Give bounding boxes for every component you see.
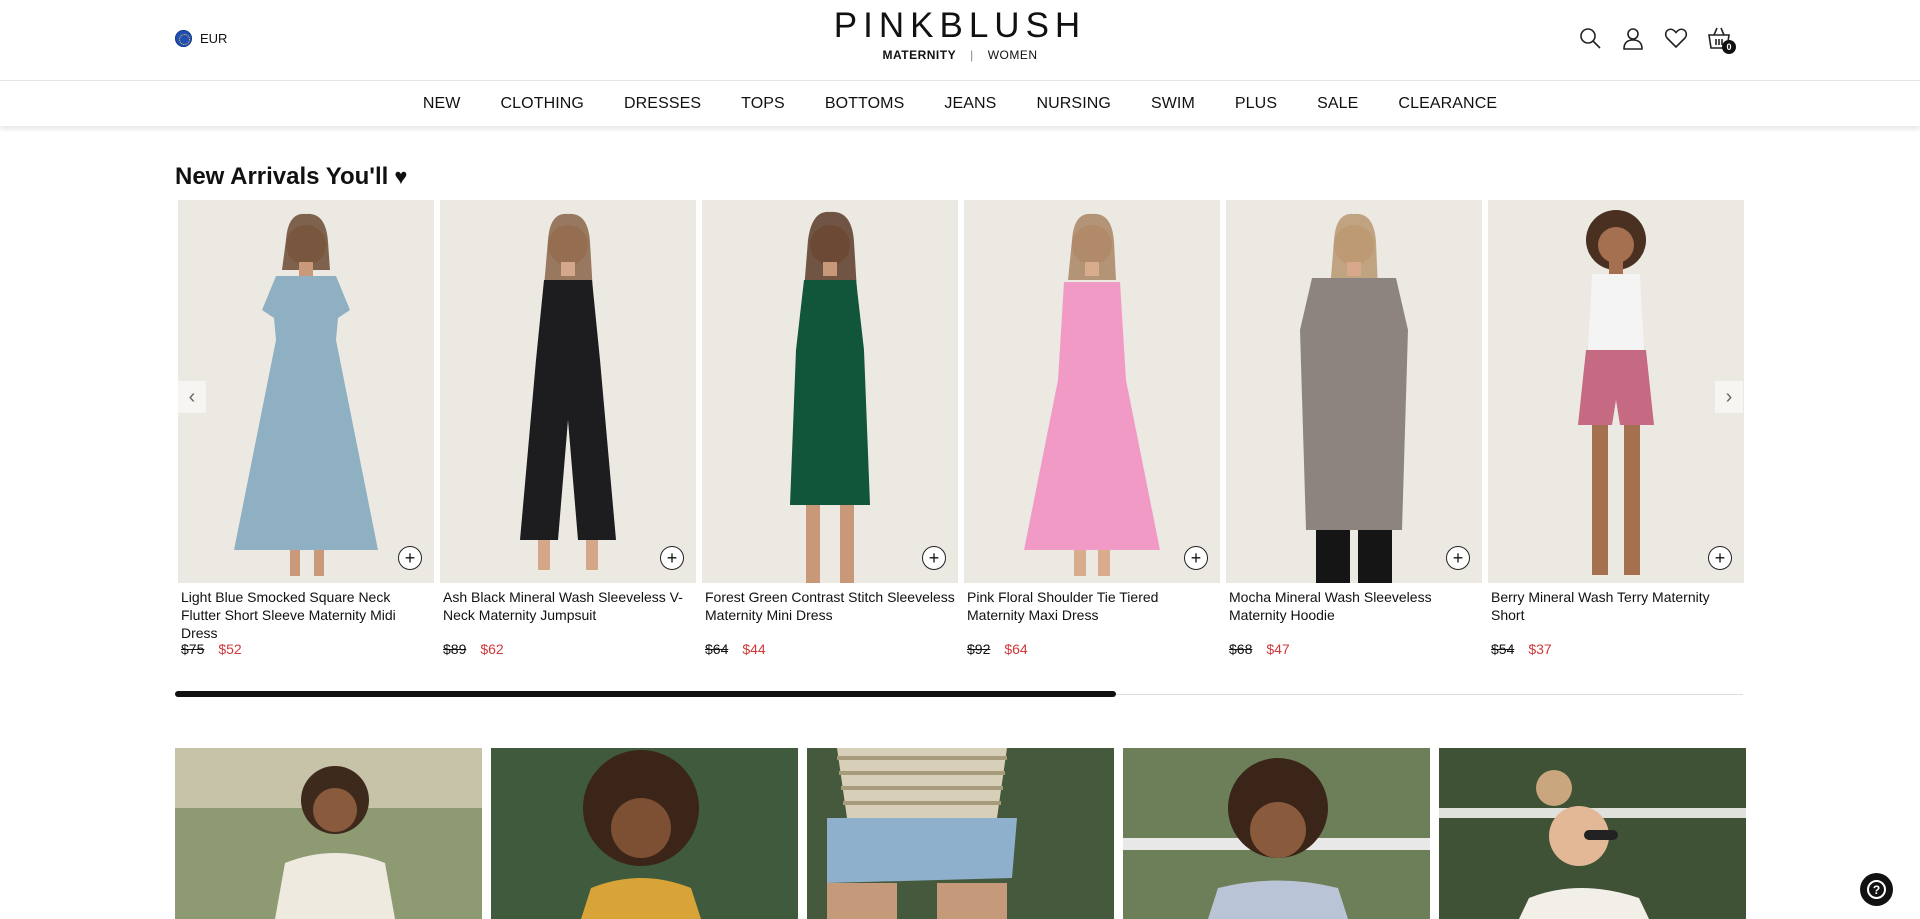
nav-item-new[interactable]: NEW — [403, 95, 481, 113]
nav-item-tops[interactable]: TOPS — [721, 95, 805, 113]
carousel-next-button[interactable]: › — [1715, 381, 1743, 413]
quick-add-button[interactable]: + — [1184, 546, 1208, 570]
user-icon — [1623, 28, 1643, 50]
logo-wordmark: PINKBLUSH — [833, 6, 1087, 45]
lifestyle-tile[interactable] — [491, 748, 798, 919]
original-price: $64 — [705, 641, 729, 657]
new-arrivals-carousel: + Light Blue Smocked Square Neck Flutter… — [178, 200, 1744, 680]
product-image[interactable]: + — [178, 200, 434, 583]
quick-add-button[interactable]: + — [1446, 546, 1470, 570]
logo-maternity-link[interactable]: MATERNITY — [882, 48, 956, 62]
product-price: $68 $47 — [1226, 641, 1482, 657]
section-title-text: New Arrivals You'll — [175, 163, 389, 190]
heart-icon: ♥ — [394, 164, 408, 189]
product-name[interactable]: Mocha Mineral Wash Sleeveless Maternity … — [1226, 583, 1482, 641]
original-price: $54 — [1491, 641, 1515, 657]
section-title: New Arrivals You'll ♥ — [175, 163, 407, 191]
lifestyle-photo — [807, 748, 1114, 919]
product-card[interactable]: + Pink Floral Shoulder Tie Tiered Matern… — [964, 200, 1220, 657]
product-price: $75 $52 — [178, 641, 434, 657]
main-nav: NEW CLOTHING DRESSES TOPS BOTTOMS JEANS … — [0, 80, 1920, 126]
account-button[interactable] — [1621, 25, 1645, 51]
cart-button[interactable]: 0 — [1707, 25, 1736, 54]
lifestyle-tile[interactable] — [807, 748, 1114, 919]
nav-item-plus[interactable]: PLUS — [1215, 95, 1297, 113]
help-icon: ? — [1867, 880, 1886, 899]
product-price: $64 $44 — [702, 641, 958, 657]
lifestyle-photo — [175, 748, 482, 919]
nav-item-sale[interactable]: SALE — [1297, 95, 1378, 113]
original-price: $89 — [443, 641, 467, 657]
product-card[interactable]: + Light Blue Smocked Square Neck Flutter… — [178, 200, 434, 657]
search-icon — [1580, 28, 1601, 49]
model-photo — [1226, 200, 1482, 583]
carousel-scroll-thumb[interactable] — [175, 691, 1116, 697]
sale-price: $47 — [1266, 641, 1290, 657]
nav-item-dresses[interactable]: DRESSES — [604, 95, 721, 113]
lifestyle-photo — [491, 748, 798, 919]
model-photo — [702, 200, 958, 583]
quick-add-button[interactable]: + — [1708, 546, 1732, 570]
model-photo — [440, 200, 696, 583]
nav-item-jeans[interactable]: JEANS — [924, 95, 1016, 113]
lifestyle-photo — [1123, 748, 1430, 919]
product-image[interactable]: + — [702, 200, 958, 583]
nav-item-nursing[interactable]: NURSING — [1016, 95, 1130, 113]
lifestyle-tile[interactable] — [1123, 748, 1430, 919]
site-header: EUR PINKBLUSH MATERNITY | WOMEN 0 — [0, 0, 1920, 80]
nav-item-swim[interactable]: SWIM — [1131, 95, 1215, 113]
nav-item-bottoms[interactable]: BOTTOMS — [805, 95, 925, 113]
sale-price: $37 — [1528, 641, 1552, 657]
product-card[interactable]: + Ash Black Mineral Wash Sleeveless V-Ne… — [440, 200, 696, 657]
quick-add-button[interactable]: + — [660, 546, 684, 570]
product-image[interactable]: + — [1226, 200, 1482, 583]
product-price: $54 $37 — [1488, 641, 1744, 657]
heart-icon — [1664, 28, 1688, 49]
carousel-scrollbar[interactable] — [175, 691, 1743, 697]
nav-item-clearance[interactable]: CLEARANCE — [1378, 95, 1517, 113]
model-photo — [178, 200, 434, 583]
product-name[interactable]: Pink Floral Shoulder Tie Tiered Maternit… — [964, 583, 1220, 641]
original-price: $92 — [967, 641, 991, 657]
quick-add-button[interactable]: + — [922, 546, 946, 570]
product-card[interactable]: + Berry Mineral Wash Terry Maternity Sho… — [1488, 200, 1744, 657]
wishlist-button[interactable] — [1664, 25, 1688, 51]
product-card[interactable]: + Mocha Mineral Wash Sleeveless Maternit… — [1226, 200, 1482, 657]
quick-add-button[interactable]: + — [398, 546, 422, 570]
search-button[interactable] — [1578, 25, 1602, 51]
product-name[interactable]: Light Blue Smocked Square Neck Flutter S… — [178, 583, 434, 641]
logo-separator: | — [970, 48, 974, 62]
site-logo[interactable]: PINKBLUSH MATERNITY | WOMEN — [822, 6, 1098, 62]
model-photo — [964, 200, 1220, 583]
product-card[interactable]: + Forest Green Contrast Stitch Sleeveles… — [702, 200, 958, 657]
original-price: $68 — [1229, 641, 1253, 657]
lifestyle-photo — [1439, 748, 1746, 919]
nav-item-clothing[interactable]: CLOTHING — [481, 95, 604, 113]
carousel-prev-button[interactable]: ‹ — [178, 381, 206, 413]
model-photo — [1488, 200, 1744, 583]
sale-price: $44 — [742, 641, 766, 657]
lifestyle-tile[interactable] — [1439, 748, 1746, 919]
product-image[interactable]: + — [440, 200, 696, 583]
product-image[interactable]: + — [964, 200, 1220, 583]
product-price: $92 $64 — [964, 641, 1220, 657]
currency-selector[interactable]: EUR — [175, 30, 227, 47]
original-price: $75 — [181, 641, 205, 657]
logo-women-link[interactable]: WOMEN — [988, 48, 1038, 62]
sale-price: $64 — [1004, 641, 1028, 657]
sale-price: $52 — [218, 641, 242, 657]
product-name[interactable]: Ash Black Mineral Wash Sleeveless V-Neck… — [440, 583, 696, 641]
lifestyle-tile[interactable] — [175, 748, 482, 919]
sale-price: $62 — [480, 641, 504, 657]
product-image[interactable]: + — [1488, 200, 1744, 583]
product-price: $89 $62 — [440, 641, 696, 657]
currency-label: EUR — [200, 31, 228, 46]
help-button[interactable]: ? — [1860, 873, 1893, 906]
product-name[interactable]: Berry Mineral Wash Terry Maternity Short — [1488, 583, 1744, 641]
eu-flag-icon — [175, 30, 192, 47]
cart-count-badge: 0 — [1722, 40, 1736, 54]
product-name[interactable]: Forest Green Contrast Stitch Sleeveless … — [702, 583, 958, 641]
